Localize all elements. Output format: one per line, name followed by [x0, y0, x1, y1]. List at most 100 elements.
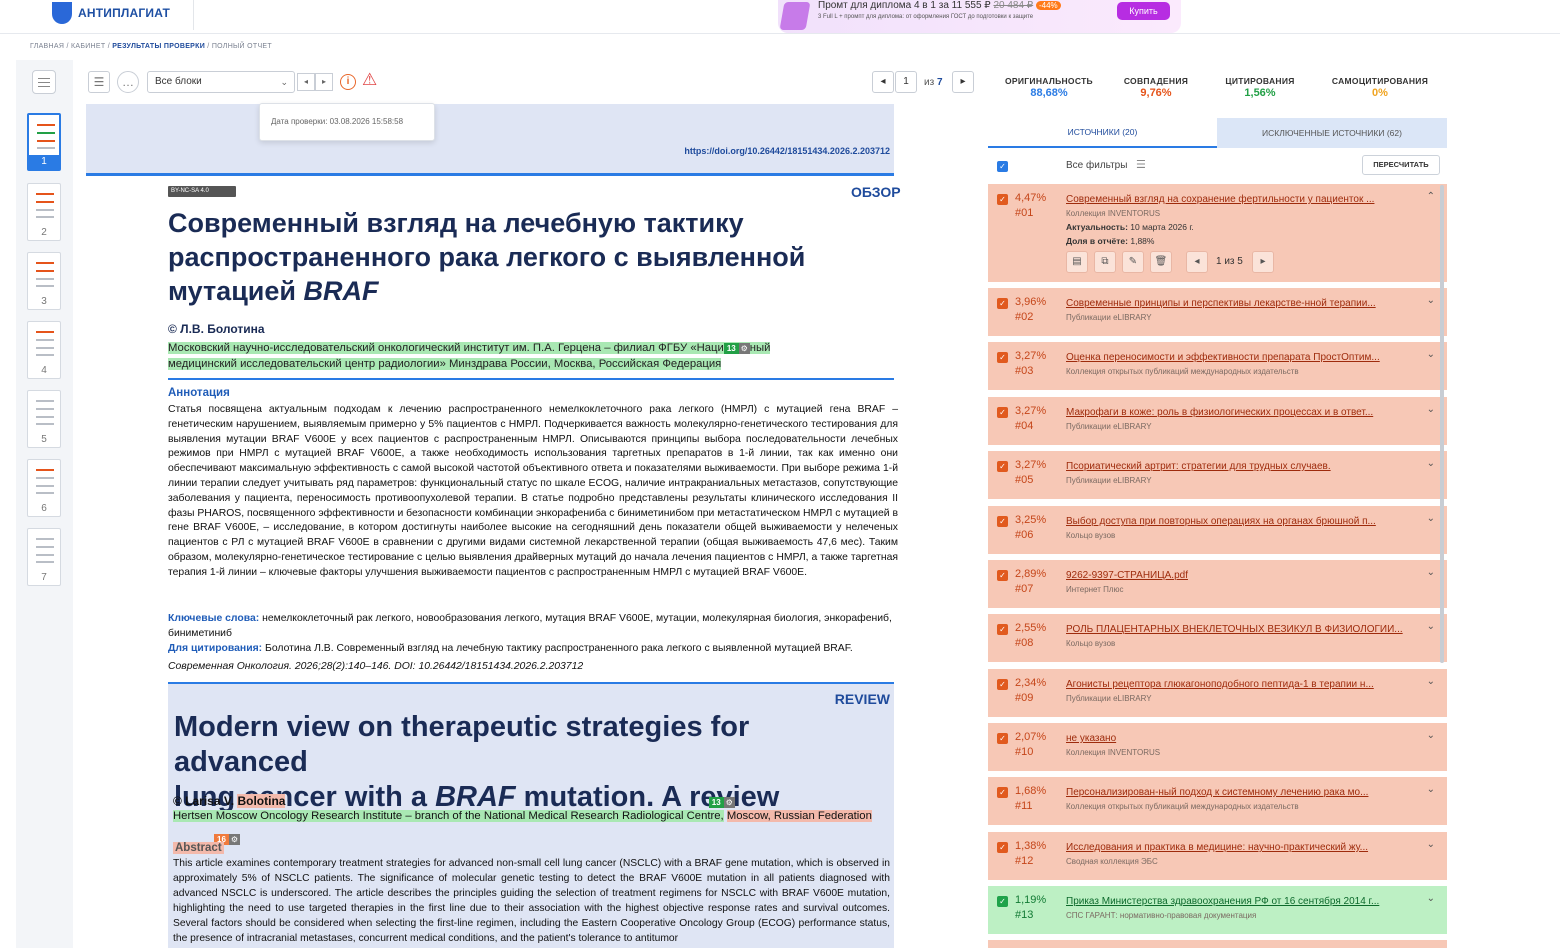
breadcrumb-cabinet[interactable]: КАБИНЕТ: [71, 43, 105, 50]
source-title-link[interactable]: Псориатический артрит: стратегии для тру…: [1066, 461, 1422, 472]
gear-icon[interactable]: ⚙: [738, 343, 750, 354]
source-checkbox[interactable]: ✓: [997, 570, 1008, 581]
match-highlight[interactable]: Hertsen Moscow Oncology Research Institu…: [173, 810, 724, 822]
source-item[interactable]: ✓ 2,34% #09 Агонисты рецептора глюкагоно…: [988, 669, 1447, 717]
source-item[interactable]: ✓ 3,27% #04 Макрофаги в коже: роль в физ…: [988, 397, 1447, 445]
source-item[interactable]: ✓ 2,89% #07 9262-9397-СТРАНИЦА.pdf Интер…: [988, 560, 1447, 608]
breadcrumb-home[interactable]: ГЛАВНАЯ: [30, 43, 64, 50]
chevron-down-icon[interactable]: ⌄: [1427, 621, 1435, 632]
chevron-down-icon[interactable]: ⌄: [1427, 513, 1435, 524]
logo[interactable]: АНТИПЛАГИАТ: [52, 0, 170, 26]
gear-icon[interactable]: ⚙: [228, 834, 240, 845]
source-checkbox[interactable]: ✓: [997, 352, 1008, 363]
match-highlight[interactable]: Moscow, Russian Federation: [726, 810, 872, 822]
source-title-link[interactable]: Персонализирован-ный подход к системному…: [1066, 787, 1422, 798]
page-thumbnail-7[interactable]: 7: [27, 528, 61, 586]
chevron-up-icon[interactable]: ⌃: [1427, 191, 1435, 202]
chevron-down-icon[interactable]: ⌄: [1427, 567, 1435, 578]
next-page-button[interactable]: ▸: [952, 71, 974, 93]
prev-match-button[interactable]: ◂: [1186, 251, 1208, 273]
page-thumbnail-6[interactable]: 6: [27, 459, 61, 517]
chevron-down-icon[interactable]: ⌄: [1427, 676, 1435, 687]
match-highlight[interactable]: Московский научно-исследовательский онко…: [168, 342, 771, 354]
source-item[interactable]: ✓ 3,27% #05 Псориатический артрит: страт…: [988, 451, 1447, 499]
page-thumbnail-3[interactable]: 3: [27, 252, 61, 310]
source-title-link[interactable]: Исследования и практика в медицине: науч…: [1066, 842, 1422, 853]
source-checkbox[interactable]: ✓: [997, 516, 1008, 527]
chevron-down-icon[interactable]: ⌄: [1427, 784, 1435, 795]
source-title-link[interactable]: Современный взгляд на сохранение фертиль…: [1066, 194, 1422, 205]
match-highlight[interactable]: медицинский исследовательский центр ради…: [168, 358, 722, 370]
source-checkbox[interactable]: ✓: [997, 298, 1008, 309]
buy-button[interactable]: Купить: [1117, 2, 1170, 20]
source-title-link[interactable]: не указано: [1066, 733, 1422, 744]
edit-icon[interactable]: ✎: [1122, 251, 1144, 273]
source-checkbox[interactable]: ✓: [997, 842, 1008, 853]
chevron-down-icon[interactable]: ⌄: [1427, 839, 1435, 850]
menu-button[interactable]: [32, 70, 56, 94]
source-title-link[interactable]: Выбор доступа при повторных операциях на…: [1066, 516, 1422, 527]
source-title-link[interactable]: Макрофаги в коже: роль в физиологических…: [1066, 407, 1422, 418]
source-checkbox[interactable]: ✓: [997, 624, 1008, 635]
page-thumbnail-4[interactable]: 4: [27, 321, 61, 379]
breadcrumb-results[interactable]: РЕЗУЛЬТАТЫ ПРОВЕРКИ: [112, 43, 205, 50]
chevron-down-icon[interactable]: ⌄: [1427, 295, 1435, 306]
source-title-link[interactable]: Оценка переносимости и эффективности пре…: [1066, 352, 1422, 363]
warning-icon[interactable]: ⚠: [362, 71, 380, 89]
chevron-down-icon[interactable]: ⌄: [1427, 349, 1435, 360]
chevron-down-icon[interactable]: ⌄: [1427, 730, 1435, 741]
select-all-checkbox[interactable]: ✓: [997, 161, 1008, 172]
gear-icon[interactable]: ⚙: [723, 797, 735, 808]
sources-scrollbar[interactable]: [1440, 185, 1444, 663]
source-checkbox[interactable]: ✓: [997, 461, 1008, 472]
match-highlight[interactable]: Bolotina: [237, 794, 286, 808]
info-icon[interactable]: i: [340, 74, 356, 90]
source-title-link[interactable]: Приказ Министерства здравоохранения РФ о…: [1066, 896, 1422, 907]
chevron-down-icon[interactable]: ⌄: [1427, 458, 1435, 469]
book-icon[interactable]: ▤: [1066, 251, 1088, 273]
page-thumbnail-2[interactable]: 2: [27, 183, 61, 241]
source-item[interactable]: ✓ 1,19% #13 Приказ Министерства здравоох…: [988, 886, 1447, 934]
tab-sources[interactable]: ИСТОЧНИКИ (20): [988, 118, 1217, 148]
source-checkbox[interactable]: ✓: [997, 679, 1008, 690]
page-thumbnail-1[interactable]: 1: [27, 113, 61, 171]
trash-icon[interactable]: 🗑: [1150, 251, 1172, 273]
source-title-link[interactable]: 9262-9397-СТРАНИЦА.pdf: [1066, 570, 1422, 581]
match-tag[interactable]: 13: [723, 343, 739, 354]
next-match-button[interactable]: ▸: [1252, 251, 1274, 273]
source-checkbox[interactable]: ✓: [997, 896, 1008, 907]
source-item[interactable]: ✓ 4,47% #01 Современный взгляд на сохран…: [988, 184, 1447, 282]
prev-page-button[interactable]: ◂: [872, 71, 894, 93]
source-item[interactable]: ✓ 3,96% #02 Современные принципы и персп…: [988, 288, 1447, 336]
next-block-button[interactable]: ▸: [315, 73, 333, 91]
source-item[interactable]: ✓ 3,25% #06 Выбор доступа при повторных …: [988, 506, 1447, 554]
source-item[interactable]: ✓ 3,27% #03 Оценка переносимости и эффек…: [988, 342, 1447, 390]
recalculate-button[interactable]: ПЕРЕСЧИТАТЬ: [1362, 155, 1440, 175]
prev-block-button[interactable]: ◂: [297, 73, 315, 91]
abstract-heading[interactable]: Abstract: [173, 842, 224, 854]
blocks-select[interactable]: Все блоки ⌄: [147, 71, 295, 93]
match-tag[interactable]: 13: [708, 797, 724, 808]
page-number-input[interactable]: 1: [895, 71, 917, 93]
source-item[interactable]: ✓ 1,68% #11 Персонализирован-ный подход …: [988, 777, 1447, 825]
source-checkbox[interactable]: ✓: [997, 787, 1008, 798]
source-checkbox[interactable]: ✓: [997, 194, 1008, 205]
copy-icon[interactable]: ⧉: [1094, 251, 1116, 273]
source-title-link[interactable]: Агонисты рецептора глюкагоноподобного пе…: [1066, 679, 1422, 690]
filter-icon[interactable]: ☰: [1136, 158, 1146, 171]
page-thumbnail-5[interactable]: 5: [27, 390, 61, 448]
source-item[interactable]: ✓ 2,55% #08 РОЛЬ ПЛАЦЕНТАРНЫХ ВНЕКЛЕТОЧН…: [988, 614, 1447, 662]
source-item[interactable]: ✓ 2,07% #10 не указано Коллекция INVENTO…: [988, 723, 1447, 771]
source-item[interactable]: ✓ 1,38% #12 Исследования и практика в ме…: [988, 832, 1447, 880]
source-title-link[interactable]: Современные принципы и перспективы лекар…: [1066, 298, 1422, 309]
source-title-link[interactable]: РОЛЬ ПЛАЦЕНТАРНЫХ ВНЕКЛЕТОЧНЫХ ВЕЗИКУЛ В…: [1066, 624, 1422, 635]
source-checkbox[interactable]: ✓: [997, 407, 1008, 418]
tab-excluded-sources[interactable]: ИСКЛЮЧЕННЫЕ ИСТОЧНИКИ (62): [1217, 118, 1447, 148]
filters-label[interactable]: Все фильтры: [1066, 160, 1127, 171]
comments-button[interactable]: …: [117, 71, 139, 93]
chevron-down-icon[interactable]: ⌄: [1427, 404, 1435, 415]
source-checkbox[interactable]: ✓: [997, 733, 1008, 744]
text-view-button[interactable]: ☰: [88, 71, 110, 93]
source-item[interactable]: [988, 940, 1447, 948]
doi-link[interactable]: https://doi.org/10.26442/18151434.2026.2…: [684, 146, 890, 156]
